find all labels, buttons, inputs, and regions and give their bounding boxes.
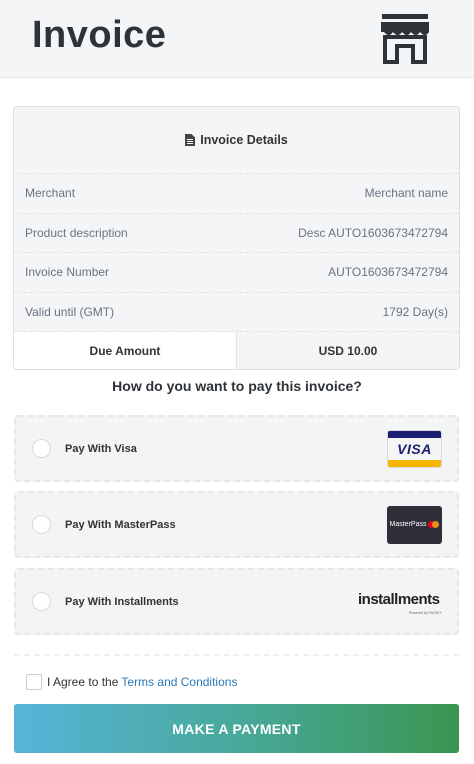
- store-icon: [381, 14, 429, 64]
- terms-link[interactable]: Terms and Conditions: [121, 675, 237, 689]
- pay-option-label: Pay With Installments: [65, 595, 179, 608]
- visa-logo-text: VISA: [397, 440, 432, 457]
- detail-value: 1792 Day(s): [382, 304, 448, 319]
- installments-logo-sub: Powered by PAYSKY: [409, 610, 442, 615]
- payment-question: How do you want to pay this invoice?: [112, 378, 362, 394]
- detail-value: AUTO1603673472794: [328, 265, 448, 280]
- detail-row-product-description: Product description Desc AUTO16036734727…: [14, 213, 459, 253]
- detail-row-invoice-number: Invoice Number AUTO1603673472794: [14, 253, 459, 293]
- invoice-details-card: Invoice Details Merchant Merchant name P…: [13, 106, 460, 370]
- detail-label: Invoice Number: [25, 265, 110, 280]
- detail-label: Product description: [25, 225, 128, 240]
- installments-logo-text: installments: [358, 590, 440, 608]
- make-payment-button[interactable]: MAKE A PAYMENT: [14, 704, 459, 753]
- radio-masterpass[interactable]: [32, 515, 51, 534]
- pay-option-masterpass[interactable]: Pay With MasterPass MasterPass: [14, 491, 459, 558]
- detail-row-merchant: Merchant Merchant name: [14, 174, 459, 214]
- divider: [14, 654, 459, 656]
- masterpass-logo: MasterPass: [387, 505, 442, 544]
- terms-checkbox[interactable]: [26, 674, 42, 690]
- radio-visa[interactable]: [32, 439, 51, 458]
- pay-option-visa[interactable]: Pay With Visa VISA: [14, 415, 459, 482]
- detail-row-valid-until: Valid until (GMT) 1792 Day(s): [14, 292, 459, 332]
- invoice-details-title: Invoice Details: [200, 133, 288, 147]
- masterpass-logo-text: MasterPass: [389, 521, 427, 528]
- visa-logo: VISA: [387, 429, 442, 468]
- document-icon: [185, 134, 196, 146]
- pay-option-label: Pay With Visa: [65, 442, 137, 455]
- terms-prefix: I Agree to the: [47, 675, 119, 689]
- page-header: Invoice: [0, 0, 474, 78]
- due-amount-row: Due Amount USD 10.00: [14, 332, 459, 369]
- radio-installments[interactable]: [32, 592, 51, 611]
- due-amount-label: Due Amount: [14, 332, 237, 369]
- mastercard-circles-icon: [428, 520, 440, 529]
- detail-value: Merchant name: [364, 186, 448, 201]
- pay-option-installments[interactable]: Pay With Installments installments Power…: [14, 568, 459, 635]
- detail-label: Valid until (GMT): [25, 304, 115, 319]
- installments-logo: installments Powered by PAYSKY: [358, 590, 442, 615]
- terms-agreement: I Agree to the Terms and Conditions: [26, 674, 237, 690]
- page-title: Invoice: [32, 14, 167, 56]
- due-amount-value: USD 10.00: [237, 332, 459, 369]
- invoice-details-heading: Invoice Details: [14, 107, 459, 174]
- pay-option-label: Pay With MasterPass: [65, 518, 176, 531]
- detail-label: Merchant: [25, 186, 76, 201]
- detail-value: Desc AUTO1603673472794: [298, 225, 448, 240]
